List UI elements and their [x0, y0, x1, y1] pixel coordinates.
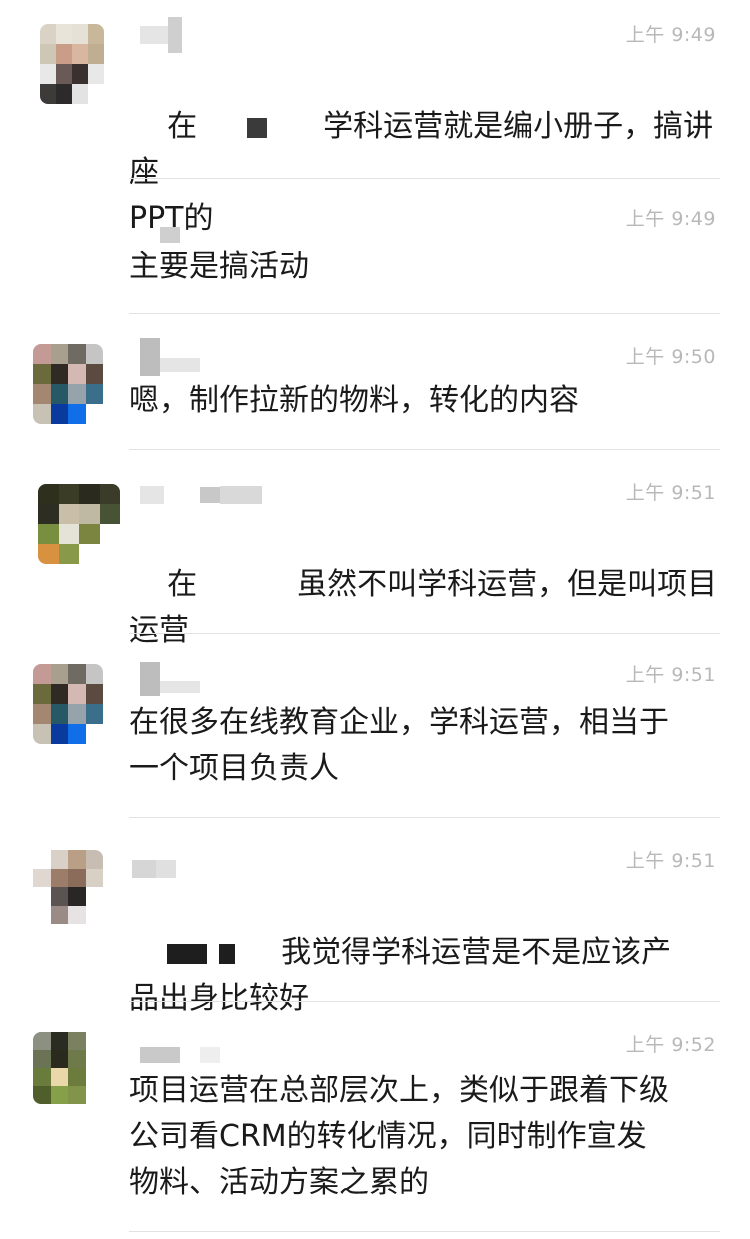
message-time: 上午 9:51 [625, 664, 716, 686]
chat-message: 上午 9:51 我觉得学科运营是不是应该产 品出身比较好 [0, 818, 750, 1016]
chat-message: 上午 9:51 在很多在线教育企业，学科运营，相当于 一个项目负责人 [0, 634, 750, 818]
message-text: 项目运营在总部层次上，类似于跟着下级 公司看CRM的转化情况，同时制作宣发 物料… [129, 1073, 669, 1200]
message-text: 嗯，制作拉新的物料，转化的内容 [129, 383, 579, 418]
avatar[interactable] [40, 24, 104, 104]
message-divider [129, 178, 720, 179]
chat-message: 上午 9:49 在学科运营就是编小册子，搞讲座 PPT的 [0, 0, 750, 236]
sender-name-redacted [130, 662, 200, 696]
message-time: 上午 9:49 [625, 208, 716, 230]
avatar[interactable] [33, 664, 103, 744]
chat-message: 上午 9:52 项目运营在总部层次上，类似于跟着下级 公司看CRM的转化情况，同… [0, 1002, 750, 1238]
chat-message: 上午 9:51 在虽然不叫学科运营，但是叫项目 运营 [0, 450, 750, 648]
avatar[interactable] [33, 344, 103, 424]
chat-message: 上午 9:49 主要是搞活动 [0, 180, 750, 314]
message-text: 主要是搞活动 [129, 249, 309, 284]
message-divider [129, 1231, 720, 1232]
sender-name-redacted [130, 1040, 220, 1070]
message-time: 上午 9:51 [625, 850, 716, 872]
message-time: 上午 9:50 [625, 346, 716, 368]
sender-name-redacted [130, 480, 262, 510]
message-time: 上午 9:52 [625, 1034, 716, 1056]
sender-name-redacted [130, 338, 200, 376]
message-text: 在很多在线教育企业，学科运营，相当于 一个项目负责人 [129, 705, 669, 786]
sender-name-redacted [130, 854, 176, 884]
avatar[interactable] [38, 484, 120, 564]
avatar[interactable] [33, 1032, 103, 1104]
sender-name-redacted [130, 17, 182, 53]
message-time: 上午 9:51 [625, 482, 716, 504]
chat-message: 上午 9:50 嗯，制作拉新的物料，转化的内容 [0, 314, 750, 450]
message-time: 上午 9:49 [625, 24, 716, 46]
avatar[interactable] [33, 850, 103, 924]
